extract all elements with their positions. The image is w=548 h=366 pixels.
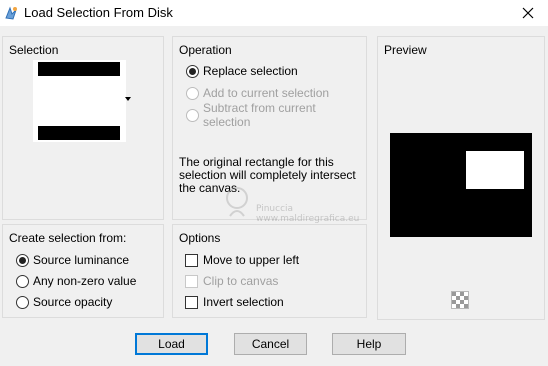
radio-indicator xyxy=(186,108,199,122)
dropdown-arrow-icon[interactable] xyxy=(125,97,131,101)
preview-group-title: Preview xyxy=(384,43,427,57)
radio-label: Add to current selection xyxy=(203,86,330,100)
close-icon xyxy=(522,7,534,19)
subtract-from-selection-radio[interactable]: Subtract from current selection xyxy=(186,101,366,129)
replace-selection-radio[interactable]: Replace selection xyxy=(186,62,298,80)
preview-group: Preview xyxy=(377,36,545,320)
checkerboard-icon xyxy=(452,292,468,308)
checkbox-indicator xyxy=(185,295,198,309)
create-selection-group: Create selection from: Source luminance … xyxy=(2,224,164,318)
radio-indicator xyxy=(16,295,29,309)
close-button[interactable] xyxy=(508,0,548,26)
checkbox-indicator xyxy=(185,274,198,288)
radio-label: Replace selection xyxy=(203,64,298,78)
invert-selection-checkbox[interactable]: Invert selection xyxy=(185,293,284,311)
options-group-title: Options xyxy=(179,231,221,245)
radio-indicator xyxy=(186,86,199,100)
checkbox-label: Invert selection xyxy=(203,295,284,309)
checkbox-label: Move to upper left xyxy=(203,253,300,267)
selection-thumbnail[interactable] xyxy=(33,60,126,142)
thumbnail-bottom-bar xyxy=(38,126,120,140)
app-icon xyxy=(5,6,17,20)
cancel-button[interactable]: Cancel xyxy=(234,333,307,355)
thumbnail-top-bar xyxy=(38,62,120,76)
selection-group: Selection xyxy=(2,36,164,220)
help-button[interactable]: Help xyxy=(332,333,406,355)
preview-canvas xyxy=(390,133,532,237)
radio-indicator xyxy=(16,253,29,267)
load-button[interactable]: Load xyxy=(135,333,208,355)
checkbox-indicator xyxy=(185,253,198,267)
clip-to-canvas-checkbox[interactable]: Clip to canvas xyxy=(185,272,278,290)
radio-indicator xyxy=(186,64,199,78)
options-group: Options Move to upper left Clip to canva… xyxy=(172,224,367,318)
radio-label: Source opacity xyxy=(33,295,113,309)
source-luminance-radio[interactable]: Source luminance xyxy=(16,251,129,269)
radio-label: Any non-zero value xyxy=(33,274,137,288)
create-group-title: Create selection from: xyxy=(9,231,127,245)
move-to-upper-left-checkbox[interactable]: Move to upper left xyxy=(185,251,299,269)
radio-label: Source luminance xyxy=(33,253,130,267)
source-opacity-radio[interactable]: Source opacity xyxy=(16,293,112,311)
add-to-selection-radio[interactable]: Add to current selection xyxy=(186,84,329,102)
window-title: Load Selection From Disk xyxy=(24,5,173,20)
title-bar: Load Selection From Disk xyxy=(0,0,548,26)
radio-label: Subtract from current selection xyxy=(203,101,316,129)
transparency-toggle[interactable] xyxy=(451,291,469,309)
operation-description: The original rectangle for this selectio… xyxy=(179,155,356,195)
radio-indicator xyxy=(16,274,29,288)
any-non-zero-radio[interactable]: Any non-zero value xyxy=(16,272,136,290)
operation-group-title: Operation xyxy=(179,43,232,57)
checkbox-label: Clip to canvas xyxy=(203,274,279,288)
preview-selection-rect xyxy=(466,151,524,189)
selection-group-title: Selection xyxy=(9,43,59,57)
